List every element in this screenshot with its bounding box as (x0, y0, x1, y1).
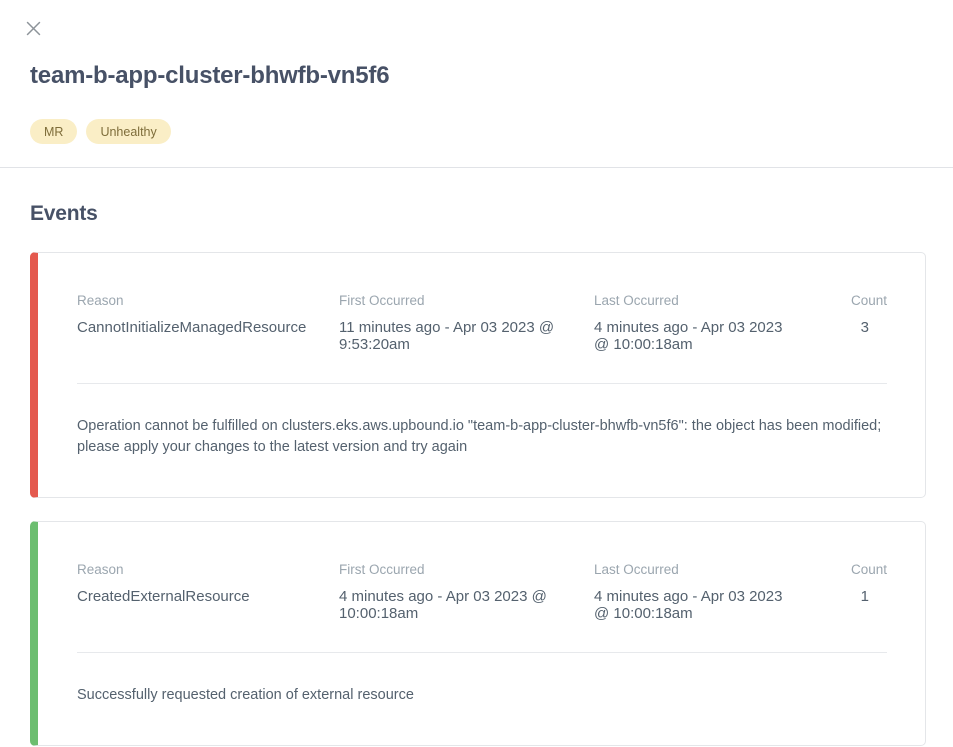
column-header-reason: Reason (77, 293, 339, 319)
event-message: Successfully requested creation of exter… (77, 685, 887, 706)
column-header-first-occurred: First Occurred (339, 293, 594, 319)
event-last-occurred: 4 minutes ago - Apr 03 2023 @ 10:00:18am (594, 588, 811, 622)
event-card-success: Reason First Occurred Last Occurred Coun… (30, 521, 926, 746)
events-heading: Events (30, 202, 926, 226)
column-header-first-occurred: First Occurred (339, 562, 594, 588)
close-button[interactable] (22, 19, 44, 41)
page-title: team-b-app-cluster-bhwfb-vn5f6 (30, 62, 923, 90)
column-header-last-occurred: Last Occurred (594, 293, 811, 319)
card-divider (77, 383, 887, 384)
event-fields: Reason First Occurred Last Occurred Coun… (77, 293, 887, 353)
resource-detail-panel: team-b-app-cluster-bhwfb-vn5f6 MR Unheal… (0, 0, 953, 747)
event-last-occurred: 4 minutes ago - Apr 03 2023 @ 10:00:18am (594, 319, 811, 353)
event-message: Operation cannot be fulfilled on cluster… (77, 416, 887, 458)
column-header-reason: Reason (77, 562, 339, 588)
event-first-occurred: 11 minutes ago - Apr 03 2023 @ 9:53:20am (339, 319, 594, 353)
event-reason: CreatedExternalResource (77, 588, 339, 622)
badge-row: MR Unhealthy (30, 119, 923, 144)
column-header-count: Count (811, 293, 887, 319)
event-count: 1 (811, 588, 887, 622)
column-header-last-occurred: Last Occurred (594, 562, 811, 588)
event-fields: Reason First Occurred Last Occurred Coun… (77, 562, 887, 622)
panel-header: team-b-app-cluster-bhwfb-vn5f6 MR Unheal… (0, 0, 953, 144)
event-card-error: Reason First Occurred Last Occurred Coun… (30, 252, 926, 498)
badge-resource-kind: MR (30, 119, 77, 144)
event-reason: CannotInitializeManagedResource (77, 319, 339, 353)
card-divider (77, 652, 887, 653)
event-first-occurred: 4 minutes ago - Apr 03 2023 @ 10:00:18am (339, 588, 594, 622)
event-count: 3 (811, 319, 887, 353)
badge-health-status: Unhealthy (86, 119, 170, 144)
events-section: Events Reason First Occurred Last Occurr… (0, 168, 953, 746)
close-icon (25, 20, 42, 40)
column-header-count: Count (811, 562, 887, 588)
